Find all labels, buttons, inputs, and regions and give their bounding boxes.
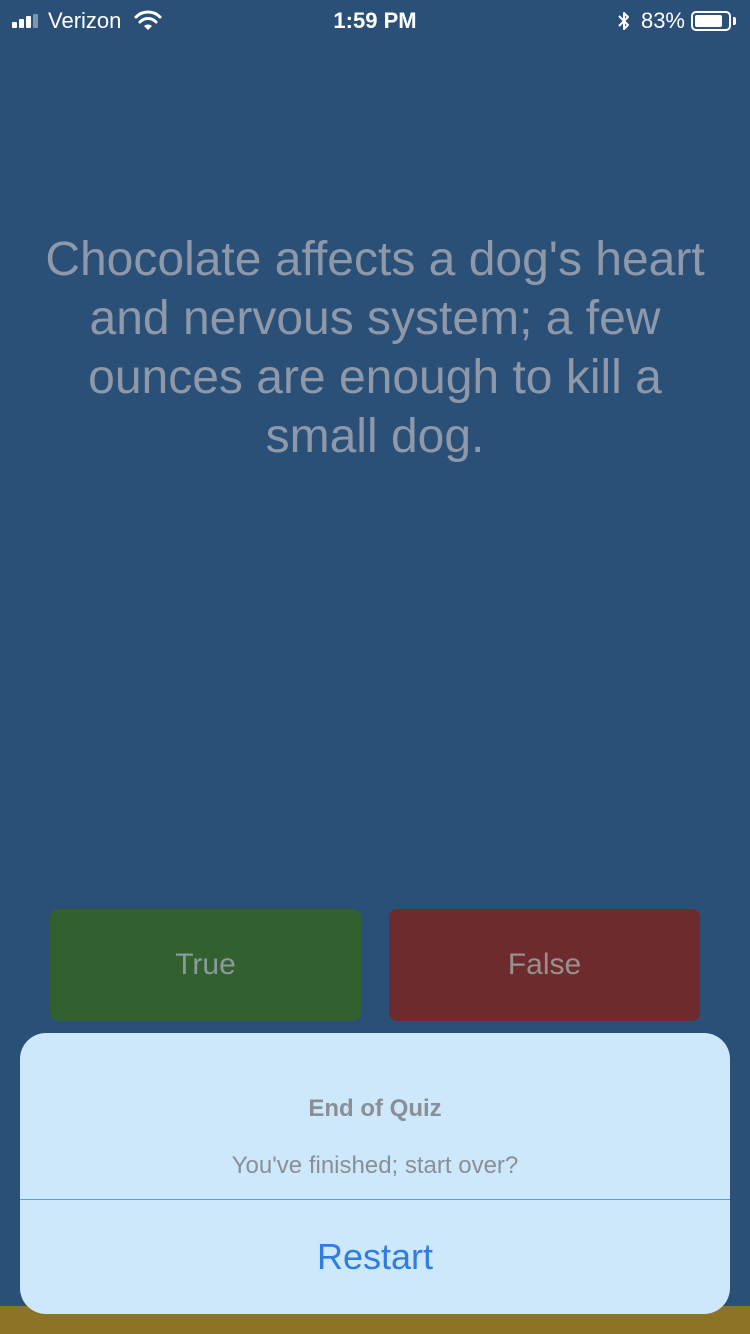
end-of-quiz-alert: End of Quiz You've finished; start over?… xyxy=(20,1033,730,1314)
question-text: Chocolate affects a dog's heart and nerv… xyxy=(45,233,705,463)
battery-fill xyxy=(695,15,722,27)
alert-message: You've finished; start over? xyxy=(231,1152,519,1179)
battery-cap xyxy=(733,17,736,25)
false-button[interactable]: False xyxy=(389,909,700,1021)
restart-button[interactable]: Restart xyxy=(20,1200,730,1314)
true-button[interactable]: True xyxy=(50,909,361,1021)
alert-title: End of Quiz xyxy=(308,1095,442,1122)
battery-icon xyxy=(691,11,731,31)
status-bar: Verizon 1:59 PM 83% xyxy=(0,0,750,40)
bluetooth-icon xyxy=(618,12,629,30)
battery-percent: 83% xyxy=(640,8,685,33)
status-right: 83% xyxy=(617,6,736,36)
